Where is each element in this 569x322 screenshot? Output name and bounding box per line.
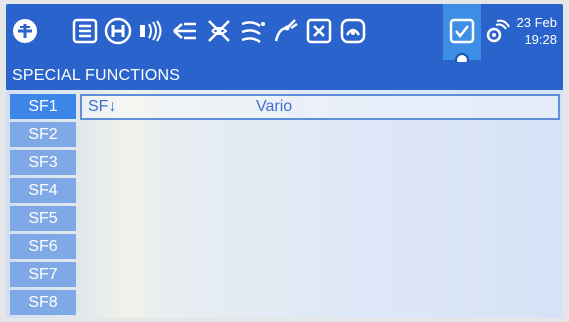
list-item-sf2[interactable]: SF2: [6, 122, 563, 148]
list-item-sf3[interactable]: SF3: [6, 150, 563, 176]
model-select-icon[interactable]: [10, 14, 40, 48]
page-title: SPECIAL FUNCTIONS: [6, 62, 563, 90]
transmitter-icon[interactable]: [136, 14, 166, 48]
sf-label: SF6: [10, 234, 76, 259]
list-item-sf5[interactable]: SF5: [6, 206, 563, 232]
function-value[interactable]: Vario: [256, 94, 292, 119]
sf-label: SF2: [10, 122, 76, 147]
sf-label: SF8: [10, 290, 76, 315]
list-item-sf4[interactable]: SF4: [6, 178, 563, 204]
sf-label: SF5: [10, 206, 76, 231]
wire-icon[interactable]: [271, 14, 301, 48]
date-time: 23 Feb 19:28: [497, 14, 557, 48]
sf-label: SF7: [10, 262, 76, 287]
list-item-sf7[interactable]: SF7: [6, 262, 563, 288]
selection-highlight: [80, 94, 560, 120]
telemetry-icon[interactable]: [338, 14, 368, 48]
special-functions-list: SF1 SF↓ Vario SF2 SF3 SF4 SF5 SF6 SF7 SF…: [6, 94, 563, 318]
time-text: 19:28: [524, 32, 557, 47]
list-item-sf8[interactable]: SF8: [6, 290, 563, 316]
sf-label: SF4: [10, 178, 76, 203]
logical-switch-icon[interactable]: [304, 14, 334, 48]
heli-icon[interactable]: [103, 14, 133, 48]
list-item-sf1[interactable]: SF1 SF↓ Vario: [6, 94, 563, 120]
sf-label: SF3: [10, 150, 76, 175]
list-icon[interactable]: [70, 14, 100, 48]
list-item-sf6[interactable]: SF6: [6, 234, 563, 260]
sf-label: SF1: [10, 94, 76, 119]
curve-icon[interactable]: [238, 14, 268, 48]
switch-value[interactable]: SF↓: [88, 94, 116, 119]
top-menu-bar: 23 Feb 19:28: [6, 4, 563, 67]
radio-screen: 23 Feb 19:28 SPECIAL FUNCTIONS SF1 SF↓ V…: [6, 4, 563, 318]
mixer-icon[interactable]: [170, 14, 200, 48]
special-functions-icon[interactable]: [447, 14, 477, 48]
date-text: 23 Feb: [516, 15, 557, 30]
fly-mode-icon[interactable]: [204, 14, 234, 48]
